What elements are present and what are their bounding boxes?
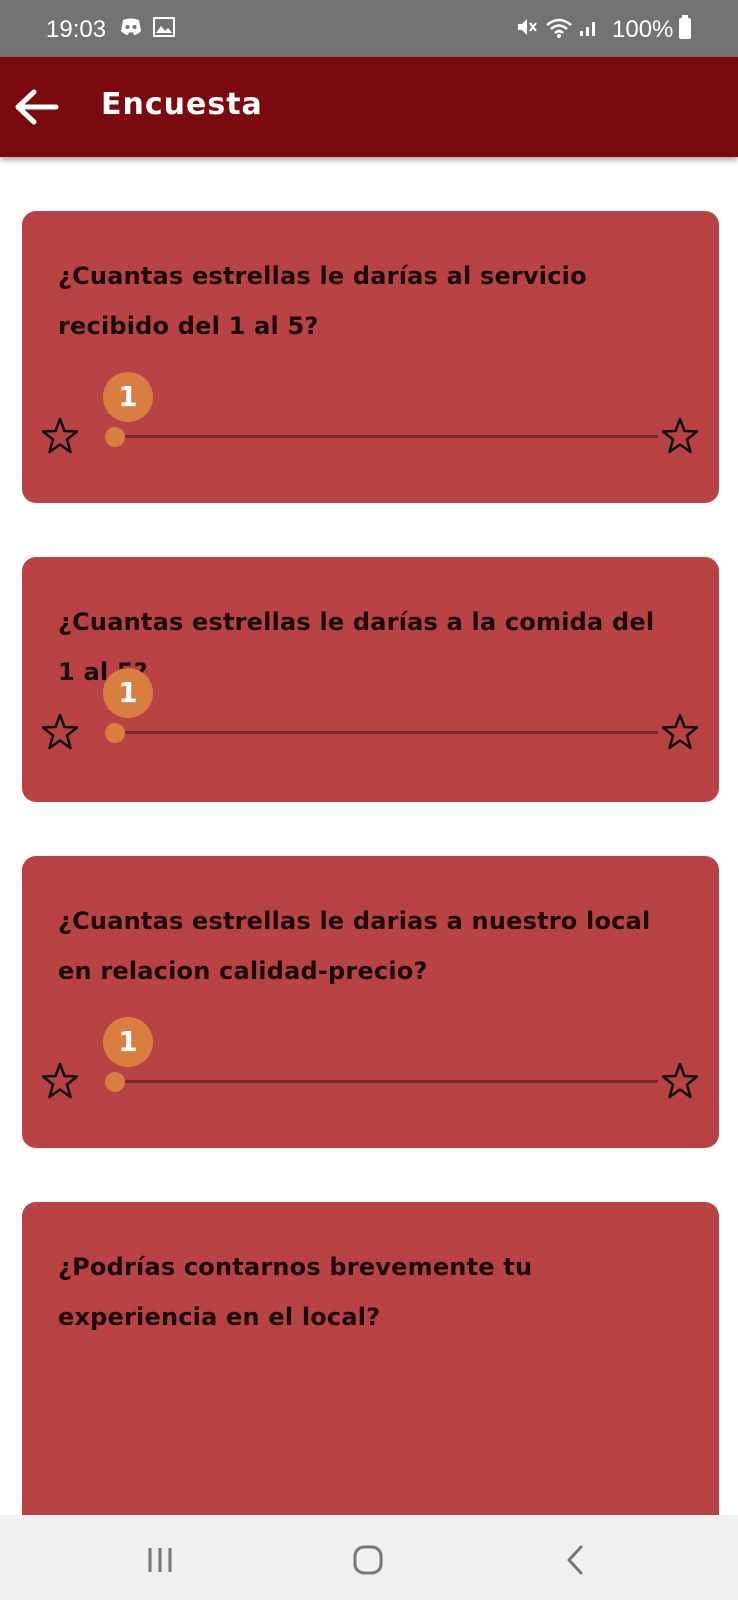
star-outline-icon (661, 417, 699, 454)
back-icon[interactable] (546, 1535, 606, 1585)
star-outline-icon (41, 713, 79, 750)
question-card-3: ¿Cuantas estrellas le darias a nuestro l… (22, 856, 719, 1148)
arrow-left-icon[interactable] (12, 87, 62, 127)
home-icon[interactable] (338, 1535, 398, 1585)
slider-track[interactable] (105, 435, 658, 438)
battery-icon (679, 15, 691, 39)
slider-thumb[interactable] (105, 723, 125, 743)
signal-icon (580, 22, 595, 36)
experience-text-field[interactable] (58, 1352, 687, 1506)
slider-thumb[interactable] (105, 427, 125, 447)
slider-track[interactable] (105, 1080, 658, 1083)
question-text: ¿Cuantas estrellas le darías al servicio… (58, 262, 587, 340)
mute-icon (518, 19, 537, 35)
slider-value-badge: 1 (103, 668, 153, 718)
rating-slider[interactable]: 1 (22, 1017, 719, 1111)
discord-icon (121, 18, 141, 35)
slider-track[interactable] (105, 731, 658, 734)
slider-thumb[interactable] (105, 1072, 125, 1092)
slider-value-badge: 1 (103, 1017, 153, 1067)
recent-apps-icon[interactable] (130, 1535, 190, 1585)
slider-value-badge: 1 (103, 372, 153, 422)
star-outline-icon (661, 713, 699, 750)
wifi-icon (546, 18, 572, 38)
image-icon (153, 17, 175, 37)
question-card-2: ¿Cuantas estrellas le darías a la comida… (22, 557, 719, 802)
rating-slider[interactable]: 1 (22, 668, 719, 762)
question-text: ¿Podrías contarnos brevemente tu experie… (58, 1253, 533, 1331)
app-bar: Encuesta (0, 57, 738, 157)
question-text: ¿Cuantas estrellas le darias a nuestro l… (58, 907, 651, 985)
page-title: Encuesta (101, 87, 263, 122)
question-card-4: ¿Podrías contarnos brevemente tu experie… (22, 1202, 719, 1542)
rating-slider[interactable]: 1 (22, 372, 719, 466)
star-outline-icon (41, 417, 79, 454)
status-bar: 19:03 100% (0, 0, 738, 57)
status-time: 19:03 (46, 16, 107, 43)
question-card-1: ¿Cuantas estrellas le darías al servicio… (22, 211, 719, 503)
star-outline-icon (661, 1062, 699, 1099)
system-nav-bar (0, 1515, 738, 1600)
star-outline-icon (41, 1062, 79, 1099)
battery-percent: 100% (612, 16, 674, 43)
